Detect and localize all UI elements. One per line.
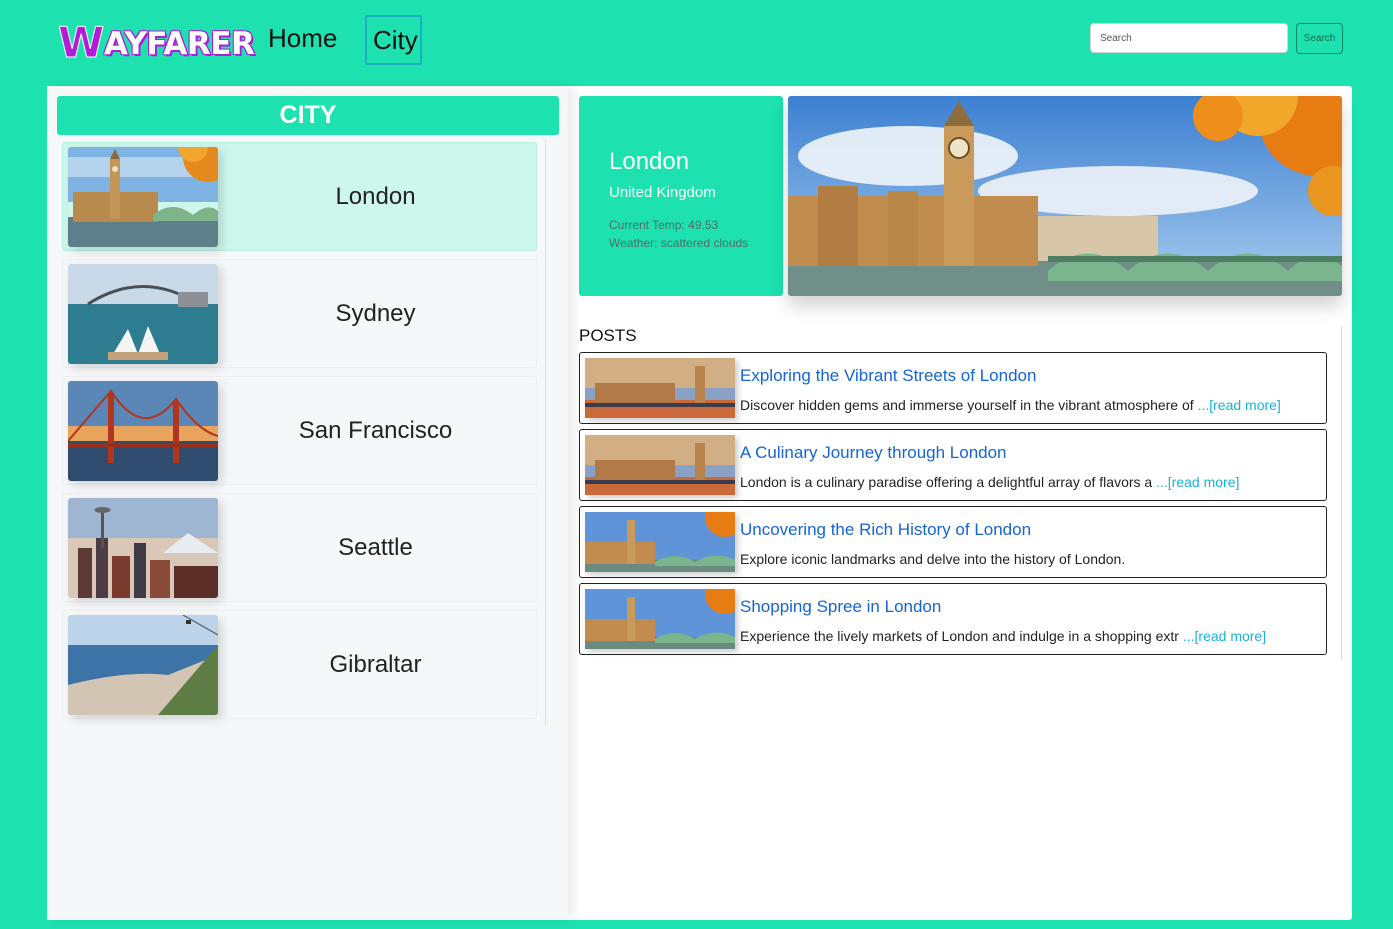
post-title-link[interactable]: Exploring the Vibrant Streets of London xyxy=(740,366,1036,386)
post-card[interactable]: Uncovering the Rich History of London Ex… xyxy=(579,506,1327,578)
info-temp: Current Temp: 49.53 xyxy=(609,218,719,232)
search-input[interactable]: Search xyxy=(1090,23,1288,53)
gibraltar-thumbnail xyxy=(68,615,218,715)
city-name: Seattle xyxy=(338,534,413,561)
city-list: London Sydney San Francisco Seattle Gibr… xyxy=(57,139,546,725)
main-panel: CITY London Sydney San Francisco Seattle… xyxy=(47,86,1352,920)
posts-list: POSTS Exploring the Vibrant Streets of L… xyxy=(579,326,1342,660)
post-card[interactable]: Shopping Spree in London Experience the … xyxy=(579,583,1327,655)
post-title-link[interactable]: A Culinary Journey through London xyxy=(740,443,1007,463)
city-hero-image xyxy=(788,96,1342,296)
info-weather: Weather: scattered clouds xyxy=(609,236,749,250)
post-thumbnail xyxy=(585,589,735,649)
post-excerpt: Experience the lively markets of London … xyxy=(740,628,1267,644)
city-name: San Francisco xyxy=(298,417,453,444)
city-sidebar: CITY London Sydney San Francisco Seattle… xyxy=(47,86,568,920)
read-more-link[interactable]: ...[read more] xyxy=(1198,397,1281,413)
nav-home-link[interactable]: Home xyxy=(262,15,343,61)
wayfarer-logo[interactable]: WAYFARER xyxy=(58,18,255,68)
city-name: London xyxy=(335,183,416,210)
city-header: CITY xyxy=(57,96,559,135)
seattle-thumbnail xyxy=(68,498,218,598)
logo-initial: W xyxy=(58,18,105,68)
search-button[interactable]: Search xyxy=(1296,23,1343,54)
city-item-sydney[interactable]: Sydney xyxy=(62,259,537,368)
info-city-name: London xyxy=(609,148,690,175)
london-thumbnail xyxy=(68,147,218,247)
city-name: Sydney xyxy=(335,300,416,327)
post-title-link[interactable]: Uncovering the Rich History of London xyxy=(740,520,1031,540)
post-excerpt: London is a culinary paradise offering a… xyxy=(740,474,1240,490)
post-thumbnail xyxy=(585,512,735,572)
city-item-seattle[interactable]: Seattle xyxy=(62,493,537,602)
post-card[interactable]: Exploring the Vibrant Streets of London … xyxy=(579,352,1327,424)
post-excerpt: Discover hidden gems and immerse yoursel… xyxy=(740,397,1281,413)
logo-text: AYFARER xyxy=(103,26,255,62)
post-excerpt: Explore iconic landmarks and delve into … xyxy=(740,551,1126,567)
read-more-link[interactable]: ...[read more] xyxy=(1183,628,1266,644)
nav-city-link[interactable]: City xyxy=(365,15,422,65)
city-item-london[interactable]: London xyxy=(62,142,537,251)
read-more-link[interactable]: ...[read more] xyxy=(1156,474,1239,490)
post-title-link[interactable]: Shopping Spree in London xyxy=(740,597,941,617)
sydney-thumbnail xyxy=(68,264,218,364)
city-info-card: London United Kingdom Current Temp: 49.5… xyxy=(579,96,783,296)
city-name: Gibraltar xyxy=(329,651,422,678)
post-thumbnail xyxy=(585,358,735,418)
info-country: United Kingdom xyxy=(609,184,716,201)
san-francisco-thumbnail xyxy=(68,381,218,481)
post-thumbnail xyxy=(585,435,735,495)
city-item-gibraltar[interactable]: Gibraltar xyxy=(62,610,537,719)
city-item-san-francisco[interactable]: San Francisco xyxy=(62,376,537,485)
posts-title: POSTS xyxy=(579,326,637,345)
post-card[interactable]: A Culinary Journey through London London… xyxy=(579,429,1327,501)
